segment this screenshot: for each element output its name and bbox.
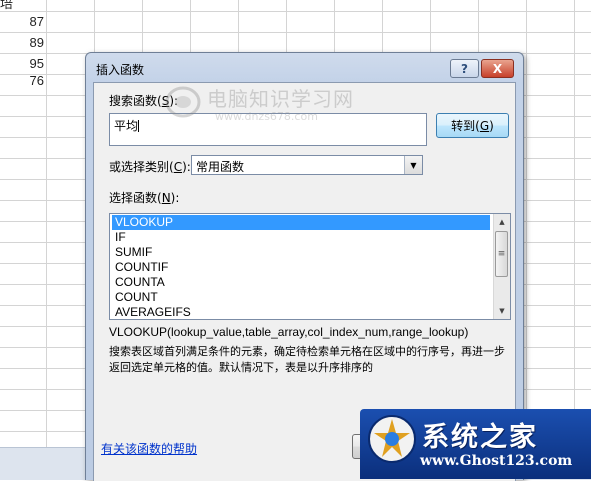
goto-button[interactable]: 转到(G) [436,113,509,138]
brand-url: www.Ghost123.com [420,453,573,469]
scroll-down-icon[interactable]: ▼ [494,303,510,319]
dialog-titlebar[interactable]: 插入函数 ? X [86,53,523,83]
dialog-title: 插入函数 [96,63,145,77]
cell-value[interactable]: 76 [0,73,44,88]
cell-header-fragment: 培 [0,0,14,12]
list-item-vlookup[interactable]: VLOOKUP [112,215,490,230]
function-list-label: 选择函数(N): [109,191,180,205]
list-item-sumif[interactable]: SUMIF [112,245,490,260]
category-label: 或选择类别(C): [109,160,191,174]
list-item-countif[interactable]: COUNTIF [112,260,490,275]
function-description: 搜索表区域首列满足条件的元素，确定待检索单元格在区域中的行序号，再进一步返回选定… [109,345,505,374]
dropdown-arrow-icon[interactable]: ▼ [404,156,422,174]
brand-logo-icon [368,415,416,463]
category-select[interactable]: 常用函数 ▼ [191,155,423,175]
search-input[interactable]: 平均 [109,113,427,146]
cell-value[interactable]: 89 [0,35,44,50]
list-item-if[interactable]: IF [112,230,490,245]
list-scrollbar[interactable]: ▲ ≡ ▼ [493,214,510,319]
help-button[interactable]: ? [450,59,479,78]
list-item-count[interactable]: COUNT [112,290,490,305]
text-caret [138,120,140,132]
help-icon: ? [461,61,468,76]
scroll-thumb[interactable]: ≡ [495,231,508,277]
close-button[interactable]: X [481,59,514,78]
close-icon: X [492,61,503,76]
category-select-value: 常用函数 [196,160,245,174]
brand-title: 系统之家 [422,422,538,453]
function-help-link[interactable]: 有关该函数的帮助 [101,440,197,457]
function-list[interactable]: VLOOKUP IF SUMIF COUNTIF COUNTA COUNT AV… [109,213,511,320]
cell-value[interactable]: 95 [0,56,44,71]
list-item-counta[interactable]: COUNTA [112,275,490,290]
cell-value[interactable]: 87 [0,14,44,29]
search-input-value: 平均 [114,119,139,133]
brand-watermark: 系统之家 www.Ghost123.com [360,409,591,479]
scroll-up-icon[interactable]: ▲ [494,214,510,230]
search-label: 搜索函数(S): [109,94,179,108]
list-item-averageifs[interactable]: AVERAGEIFS [112,305,490,319]
function-syntax: VLOOKUP(lookup_value,table_array,col_ind… [109,325,469,339]
